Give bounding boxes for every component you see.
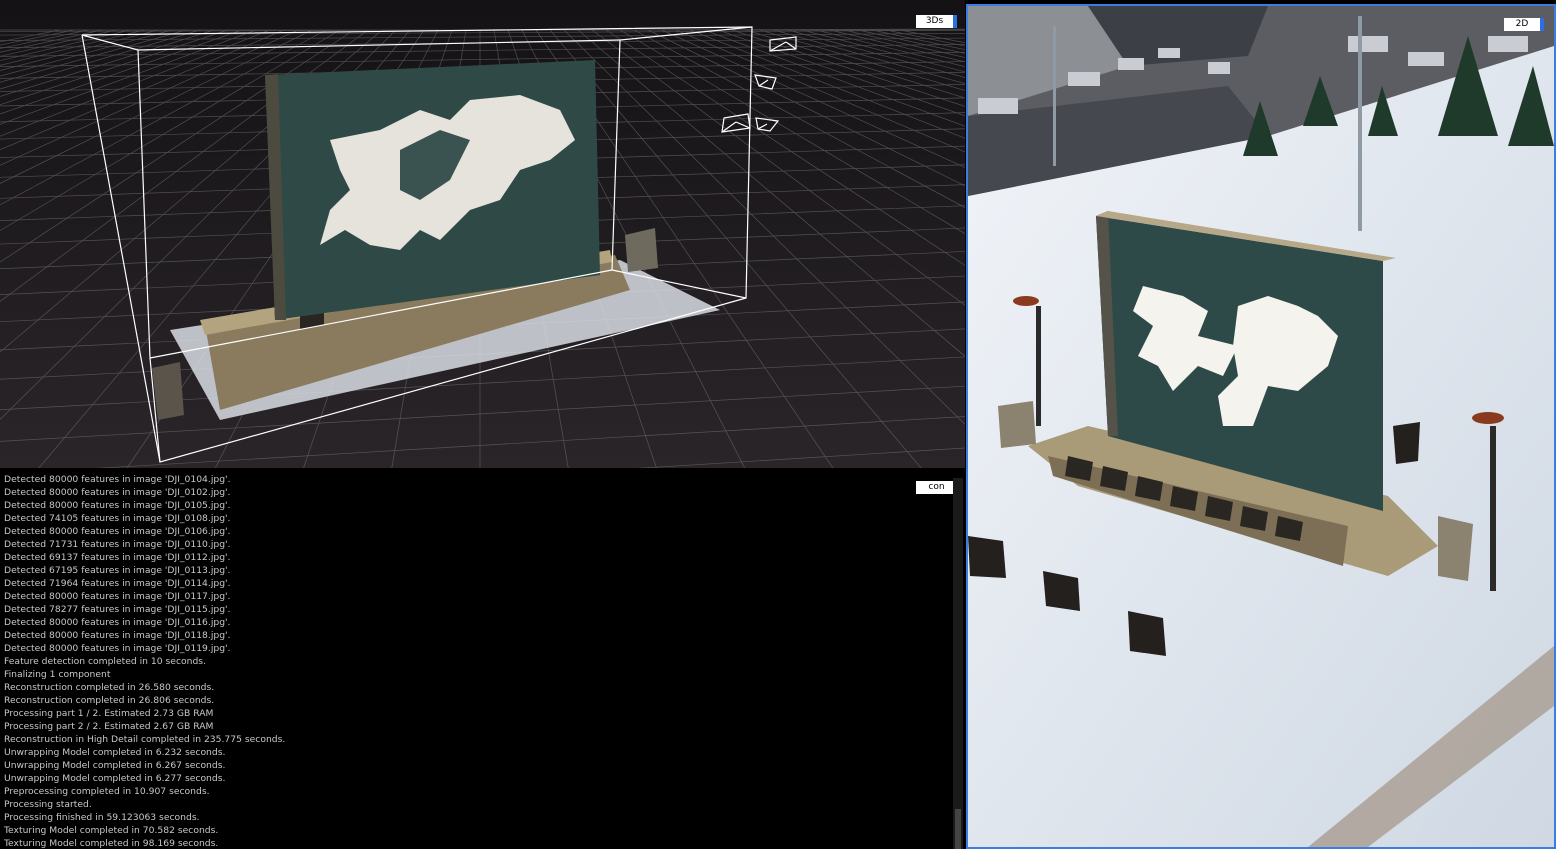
viewport-2d-tag[interactable]: 2D xyxy=(1504,18,1544,31)
console-line: Texturing Model completed in 70.582 seco… xyxy=(4,825,219,836)
viewport-3d[interactable]: 3Ds xyxy=(0,0,965,468)
console-line: Reconstruction completed in 26.580 secon… xyxy=(4,682,215,693)
console-scrollbar[interactable] xyxy=(953,478,963,849)
viewport-3d-tag[interactable]: 3Ds xyxy=(916,15,957,28)
photo-2d[interactable] xyxy=(968,6,1554,847)
console-line: Detected 78277 features in image 'DJI_01… xyxy=(4,604,231,615)
console-line: Processing part 2 / 2. Estimated 2.67 GB… xyxy=(4,721,214,732)
console-line: Reconstruction completed in 26.806 secon… xyxy=(4,695,215,706)
console-line: Detected 69137 features in image 'DJI_01… xyxy=(4,552,231,563)
console-line: Detected 74105 features in image 'DJI_01… xyxy=(4,513,231,524)
console-line: Detected 71964 features in image 'DJI_01… xyxy=(4,578,231,589)
console-line: Detected 80000 features in image 'DJI_01… xyxy=(4,591,231,602)
console-line: Finalizing 1 component xyxy=(4,669,111,680)
console-line: Processing started. xyxy=(4,799,92,810)
console-line: Unwrapping Model completed in 6.267 seco… xyxy=(4,760,226,771)
console-line: Detected 80000 features in image 'DJI_01… xyxy=(4,617,231,628)
console-line: Processing part 1 / 2. Estimated 2.73 GB… xyxy=(4,708,214,719)
console-line: Detected 80000 features in image 'DJI_01… xyxy=(4,526,231,537)
console-line: Detected 80000 features in image 'DJI_01… xyxy=(4,630,231,641)
console-tag[interactable]: con xyxy=(916,481,957,494)
console-line: Unwrapping Model completed in 6.277 seco… xyxy=(4,773,226,784)
console-line: Preprocessing completed in 10.907 second… xyxy=(4,786,210,797)
viewport-2d[interactable]: 2D xyxy=(966,4,1556,849)
console-line: Texturing Model completed in 98.169 seco… xyxy=(4,838,219,849)
console-line: Detected 67195 features in image 'DJI_01… xyxy=(4,565,231,576)
console-line: Detected 80000 features in image 'DJI_01… xyxy=(4,474,231,485)
console-panel[interactable]: Detected 80000 features in image 'DJI_01… xyxy=(0,468,965,849)
console-line: Detected 80000 features in image 'DJI_01… xyxy=(4,643,231,654)
console-line: Detected 80000 features in image 'DJI_01… xyxy=(4,487,231,498)
console-line: Reconstruction in High Detail completed … xyxy=(4,734,286,745)
console-line: Processing finished in 59.123063 seconds… xyxy=(4,812,200,823)
console-line: Detected 71731 features in image 'DJI_01… xyxy=(4,539,231,550)
scene-3d[interactable] xyxy=(0,0,965,468)
console-line: Unwrapping Model completed in 6.232 seco… xyxy=(4,747,226,758)
console-log: Detected 80000 features in image 'DJI_01… xyxy=(4,473,285,849)
console-line: Feature detection completed in 10 second… xyxy=(4,656,206,667)
console-scrollbar-thumb[interactable] xyxy=(955,809,961,849)
console-line: Detected 80000 features in image 'DJI_01… xyxy=(4,500,231,511)
